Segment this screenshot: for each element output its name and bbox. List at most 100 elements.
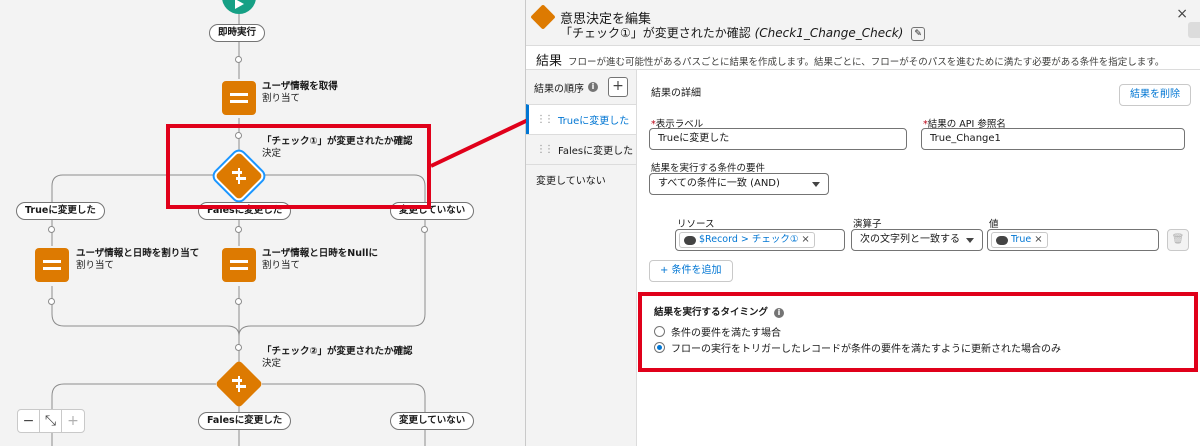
requirement-label: 結果を実行する条件の要件 — [651, 163, 766, 174]
pencil-icon[interactable]: ✎ — [911, 26, 926, 41]
resource-pill[interactable]: $Record > チェック① × — [679, 232, 815, 248]
panel-header: 意思決定を編集 「チェック①」が変更されたか確認 (Check1_Change_… — [526, 0, 1200, 46]
close-icon[interactable]: × — [1176, 6, 1188, 22]
decision-icon — [232, 376, 246, 392]
delete-outcome-button[interactable]: 結果を削除 — [1119, 84, 1191, 106]
chevron-down-icon — [812, 182, 820, 187]
zoom-out-button[interactable]: − — [18, 410, 40, 432]
outcome-item-label: Falesに変更した — [558, 146, 634, 157]
close-icon[interactable]: × — [801, 230, 809, 250]
value-pill[interactable]: True × — [991, 232, 1048, 248]
assignment-node-date[interactable] — [35, 248, 69, 282]
outcome-item-label: 変更していない — [536, 176, 606, 187]
node-label-assign-date: ユーザ情報と日時を割り当て 割り当て — [76, 248, 199, 272]
timing-title-text: 結果を実行するタイミング — [654, 307, 769, 318]
section-title: 結果 — [536, 54, 563, 69]
node-type: 割り当て — [262, 260, 301, 271]
zoom-in-button[interactable]: + — [62, 410, 84, 432]
resource-pill-text: $Record > チェック① — [699, 234, 799, 245]
outcome-api-input[interactable]: True_Change1 — [921, 128, 1185, 150]
close-icon[interactable]: × — [1034, 230, 1042, 250]
requirement-select[interactable]: すべての条件に一致 (AND) — [649, 173, 829, 195]
value-label: 値 — [989, 219, 999, 230]
assignment-node-get-user[interactable] — [222, 81, 256, 115]
resource-label: リソース — [677, 219, 715, 230]
outcome-order-label: 結果の順序 — [534, 83, 584, 95]
outcome-detail-title: 結果の詳細 — [651, 88, 701, 99]
info-icon[interactable]: i — [774, 307, 785, 318]
branch-pill-unchanged-2[interactable]: 変更していない — [390, 412, 475, 430]
assignment-icon — [230, 260, 248, 263]
radio-label: フローの実行をトリガーしたレコードが条件の要件を満たすように更新された場合のみ — [671, 344, 1061, 355]
play-icon — [235, 0, 244, 9]
outcome-item-false[interactable]: ⋮⋮ Falesに変更した — [526, 134, 636, 164]
resource-input[interactable]: $Record > チェック① × — [675, 229, 845, 251]
timing-option-1[interactable]: 条件の要件を満たす場合 — [654, 324, 781, 339]
value-input[interactable]: True × — [987, 229, 1159, 251]
chevron-down-icon — [966, 238, 974, 243]
node-type: 割り当て — [76, 260, 115, 271]
add-condition-button[interactable]: + 条件を追加 — [649, 260, 733, 282]
section-description: フローが進む可能性があるパスごとに結果を作成します。結果ごとに、フローがそのパス… — [568, 57, 1165, 68]
node-type: 割り当て — [262, 93, 301, 104]
node-title: ユーザ情報と日時を割り当て — [76, 248, 200, 259]
panel-collapse-handle[interactable] — [1188, 22, 1200, 38]
info-icon[interactable]: i — [588, 82, 598, 92]
drag-handle-icon[interactable]: ⋮⋮ — [536, 144, 554, 155]
radio-button-selected[interactable] — [654, 342, 665, 353]
branch-pill-false-2[interactable]: Falesに変更した — [198, 412, 292, 430]
assignment-icon-bar — [43, 267, 61, 270]
assignment-icon-bar — [230, 267, 248, 270]
toggle-icon — [996, 235, 1008, 245]
assignment-icon-bar — [230, 100, 248, 103]
node-title: ユーザ情報と日時をNullに — [262, 248, 379, 259]
outcome-item-label: Trueに変更した — [558, 116, 630, 127]
add-outcome-button[interactable]: + — [608, 77, 628, 97]
operator-label: 演算子 — [853, 219, 882, 230]
node-type: 決定 — [262, 358, 282, 369]
connector-dot[interactable] — [235, 344, 242, 351]
connector-dot[interactable] — [235, 298, 242, 305]
operator-selected: 次の文字列と一致する — [860, 234, 960, 245]
decision-label: 「チェック①」が変更されたか確認 — [560, 26, 751, 40]
decision-node-2[interactable] — [214, 359, 264, 409]
timing-option-2[interactable]: フローの実行をトリガーしたレコードが条件の要件を満たすように更新された場合のみ — [654, 340, 1061, 355]
node-label-get-user: ユーザ情報を取得 割り当て — [262, 81, 338, 105]
node-label-decision-2: 「チェック②」が変更されたか確認 決定 — [262, 346, 413, 370]
start-trigger-pill[interactable]: 即時実行 — [209, 24, 266, 42]
value-pill-text: True — [1011, 234, 1032, 245]
assignment-icon — [43, 260, 61, 263]
decision-api-name: (Check1_Change_Check) — [754, 26, 904, 40]
fit-view-button[interactable]: ⤡ — [40, 410, 62, 432]
radio-label: 条件の要件を満たす場合 — [671, 328, 781, 339]
highlight-box-decision — [166, 124, 431, 209]
connector-dot[interactable] — [48, 226, 55, 233]
timing-title: 結果を実行するタイミング i — [654, 304, 785, 318]
decision-icon — [530, 4, 556, 30]
flow-canvas[interactable]: 即時実行 ユーザ情報を取得 割り当て 「チェック①」が変更されたか確認 決定 T… — [0, 0, 526, 446]
outcome-order-header: 結果の順序 i + — [526, 70, 636, 104]
branch-pill-true[interactable]: Trueに変更した — [16, 202, 105, 220]
outcome-item-default[interactable]: 変更していない — [526, 164, 636, 194]
outcome-detail: 結果の詳細 結果を削除 *表示ラベル Trueに変更した *結果の API 参照… — [637, 70, 1200, 446]
connector-dot[interactable] — [235, 226, 242, 233]
radio-button[interactable] — [654, 326, 665, 337]
drag-handle-icon[interactable]: ⋮⋮ — [536, 114, 554, 125]
assignment-icon — [230, 93, 248, 96]
zoom-controls: − ⤡ + — [17, 409, 85, 433]
assignment-node-null[interactable] — [222, 248, 256, 282]
requirement-selected: すべての条件に一致 (AND) — [658, 178, 780, 189]
node-title: ユーザ情報を取得 — [262, 81, 338, 92]
outcome-label-input[interactable]: Trueに変更した — [649, 128, 907, 150]
flow-connectors — [51, 14, 426, 446]
toggle-icon — [684, 235, 696, 245]
outcome-item-true[interactable]: ⋮⋮ Trueに変更した — [526, 104, 636, 134]
decision-edit-panel: 意思決定を編集 「チェック①」が変更されたか確認 (Check1_Change_… — [526, 0, 1200, 446]
node-label-assign-null: ユーザ情報と日時をNullに 割り当て — [262, 248, 378, 272]
connector-dot[interactable] — [48, 298, 55, 305]
outcome-order-list: 結果の順序 i + ⋮⋮ Trueに変更した ⋮⋮ Falesに変更した 変更し… — [526, 70, 637, 446]
trash-icon[interactable]: 🗑 — [1167, 229, 1189, 251]
operator-select[interactable]: 次の文字列と一致する — [851, 229, 983, 251]
connector-dot[interactable] — [235, 56, 242, 63]
connector-dot[interactable] — [421, 226, 428, 233]
